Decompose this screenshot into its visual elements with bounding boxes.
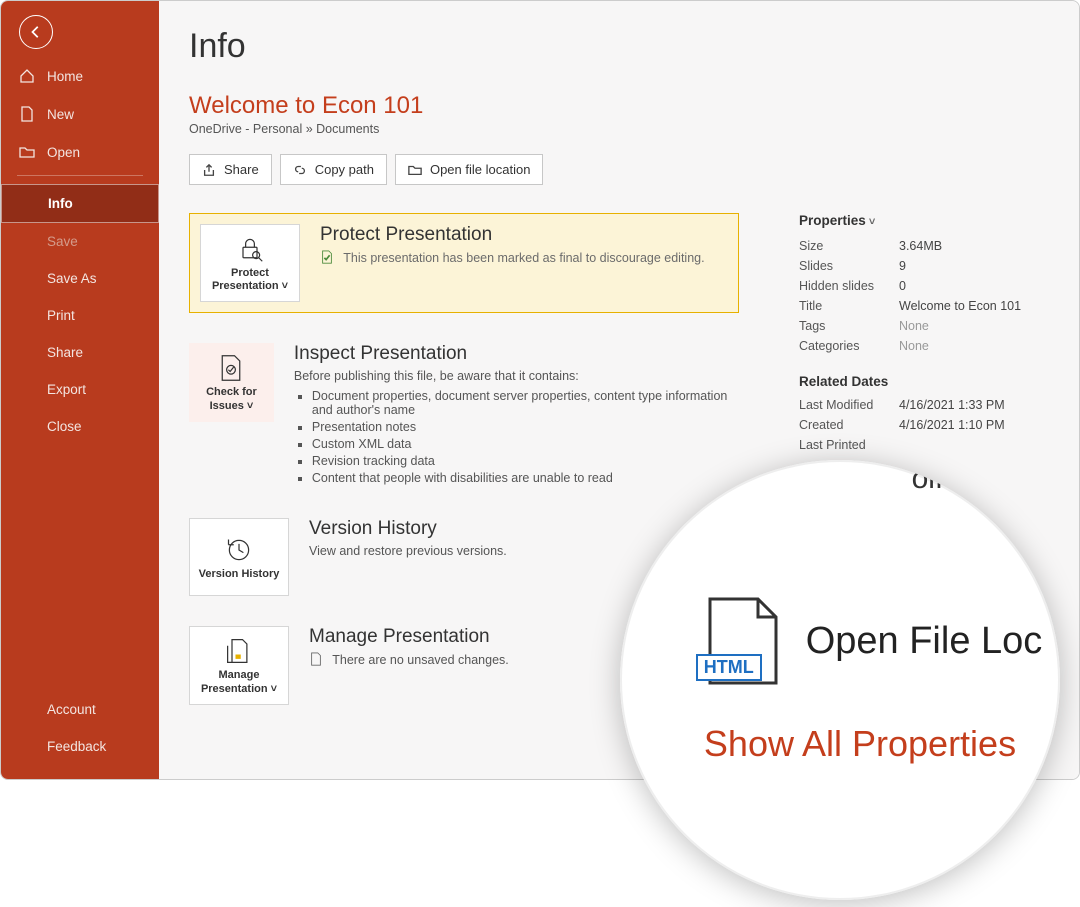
copy-path-label: Copy path — [315, 162, 374, 177]
home-icon — [19, 68, 35, 84]
arrow-left-icon — [29, 25, 43, 39]
prop-tags[interactable]: TagsNone — [799, 316, 1049, 336]
page-title: Info — [189, 27, 1049, 66]
document-small-icon — [309, 652, 323, 666]
backstage-sidebar: Home New Open Info Save Save As Print Sh… — [1, 1, 159, 779]
marked-final-icon — [320, 250, 334, 264]
inspect-issues-list: Document properties, document server pro… — [312, 389, 739, 485]
prop-hidden-slides: Hidden slides0 — [799, 276, 1049, 296]
inspect-tile-label: Check for Issues ˅ — [196, 386, 267, 412]
inspect-item: Document properties, document server pro… — [312, 389, 739, 417]
prop-last-printed: Last Printed — [799, 435, 1049, 455]
inspect-item: Custom XML data — [312, 437, 739, 451]
nav-save: Save — [1, 223, 159, 260]
inspect-section: Check for Issues ˅ Inspect Presentation … — [189, 343, 739, 488]
document-path: OneDrive - Personal » Documents — [189, 122, 1049, 136]
nav-share-label: Share — [47, 345, 83, 360]
nav-info-label: Info — [48, 196, 73, 211]
inspect-desc: Before publishing this file, be aware th… — [294, 369, 739, 383]
lock-search-icon — [236, 235, 264, 263]
document-icon — [19, 106, 35, 122]
version-title: Version History — [309, 518, 507, 540]
nav-open[interactable]: Open — [1, 133, 159, 171]
share-icon — [202, 163, 216, 177]
inspect-title: Inspect Presentation — [294, 343, 739, 365]
back-button[interactable] — [19, 15, 53, 49]
version-tile-label: Version History — [199, 568, 280, 581]
nav-saveas-label: Save As — [47, 271, 97, 286]
share-button[interactable]: Share — [189, 154, 272, 185]
nav-open-label: Open — [47, 145, 80, 160]
prop-categories[interactable]: CategoriesNone — [799, 336, 1049, 356]
check-for-issues-tile[interactable]: Check for Issues ˅ — [189, 343, 274, 421]
prop-size: Size3.64MB — [799, 236, 1049, 256]
prop-slides: Slides9 — [799, 256, 1049, 276]
nav-feedback[interactable]: Feedback — [1, 728, 159, 765]
nav-feedback-label: Feedback — [47, 739, 106, 754]
copy-path-button[interactable]: Copy path — [280, 154, 387, 185]
prop-last-modified: Last Modified4/16/2021 1:33 PM — [799, 395, 1049, 415]
inspect-icon — [217, 354, 245, 382]
action-row: Share Copy path Open file location — [189, 154, 1049, 185]
protect-title: Protect Presentation — [320, 224, 705, 246]
manage-icon — [225, 637, 253, 665]
version-desc: View and restore previous versions. — [309, 544, 507, 558]
inspect-item: Revision tracking data — [312, 454, 739, 468]
nav-export-label: Export — [47, 382, 86, 397]
nav-account[interactable]: Account — [1, 691, 159, 728]
manage-desc: There are no unsaved changes. — [309, 652, 509, 667]
protect-tile-label: Protect Presentation ˅ — [207, 267, 293, 293]
document-title: Welcome to Econ 101 — [189, 92, 1049, 120]
history-icon — [225, 536, 253, 564]
inspect-item: Presentation notes — [312, 420, 739, 434]
nav-export[interactable]: Export — [1, 371, 159, 408]
nav-print[interactable]: Print — [1, 297, 159, 334]
open-file-location-button[interactable]: Open file location — [395, 154, 543, 185]
magnifier-peek-text: olfe — [912, 462, 960, 496]
properties-heading[interactable]: Properties — [799, 213, 1049, 228]
open-location-label: Open file location — [430, 162, 530, 177]
protect-desc-text: This presentation has been marked as fin… — [343, 251, 704, 265]
manage-tile-label: Manage Presentation ˅ — [196, 669, 282, 695]
nav-close-label: Close — [47, 419, 82, 434]
nav-share[interactable]: Share — [1, 334, 159, 371]
inspect-item: Content that people with disabilities ar… — [312, 471, 739, 485]
prop-created: Created4/16/2021 1:10 PM — [799, 415, 1049, 435]
nav-new-label: New — [47, 107, 74, 122]
related-dates-heading: Related Dates — [799, 374, 1049, 389]
html-file-icon: HTML — [698, 595, 784, 687]
share-label: Share — [224, 162, 259, 177]
prop-title: TitleWelcome to Econ 101 — [799, 296, 1049, 316]
nav-save-label: Save — [47, 234, 78, 249]
nav-home-label: Home — [47, 69, 83, 84]
nav-info[interactable]: Info — [1, 184, 159, 223]
magnifier-callout: olfe HTML Open File Loc Show All Propert… — [620, 460, 1060, 900]
nav-print-label: Print — [47, 308, 75, 323]
nav-close[interactable]: Close — [1, 408, 159, 445]
folder-open-icon — [19, 144, 35, 160]
manage-title: Manage Presentation — [309, 626, 509, 648]
nav-account-label: Account — [47, 702, 96, 717]
nav-divider — [17, 175, 143, 176]
version-history-tile[interactable]: Version History — [189, 518, 289, 596]
link-icon — [293, 163, 307, 177]
open-file-location-magnified: Open File Loc — [806, 620, 1043, 663]
html-badge: HTML — [696, 654, 762, 681]
show-all-properties-link[interactable]: Show All Properties — [704, 723, 1016, 765]
protect-presentation-tile[interactable]: Protect Presentation ˅ — [200, 224, 300, 302]
protect-section: Protect Presentation ˅ Protect Presentat… — [189, 213, 739, 313]
nav-new[interactable]: New — [1, 95, 159, 133]
manage-presentation-tile[interactable]: Manage Presentation ˅ — [189, 626, 289, 704]
nav-saveas[interactable]: Save As — [1, 260, 159, 297]
manage-desc-text: There are no unsaved changes. — [332, 653, 509, 667]
nav-home[interactable]: Home — [1, 57, 159, 95]
folder-icon — [408, 163, 422, 177]
protect-desc: This presentation has been marked as fin… — [320, 250, 705, 265]
